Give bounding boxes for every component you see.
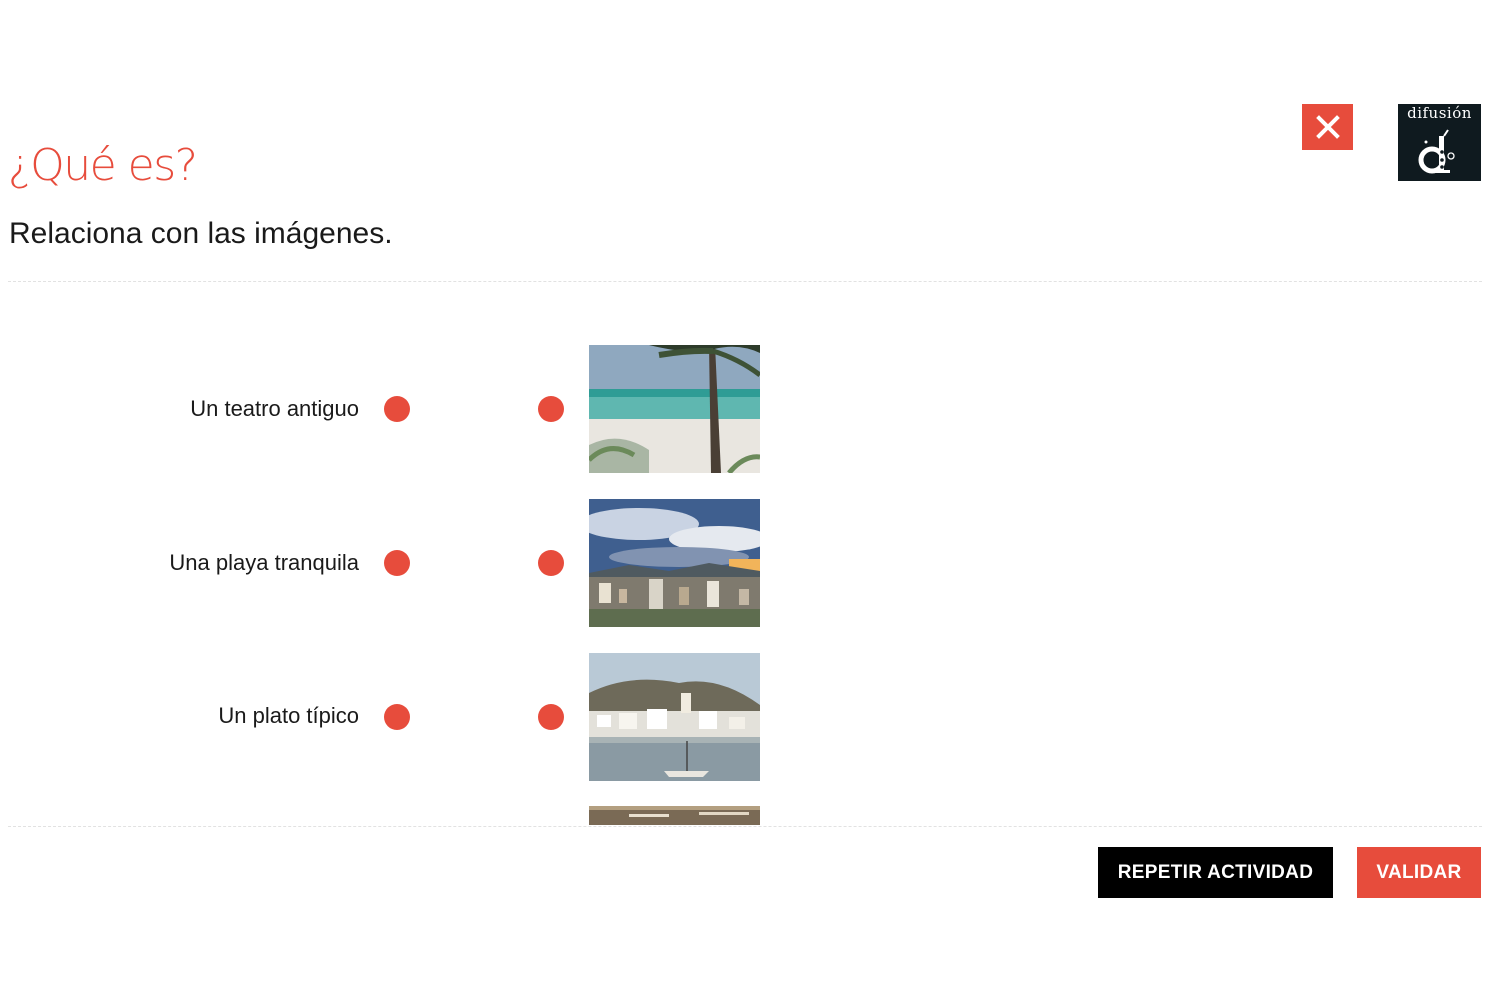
logo-d-icon: [1418, 129, 1455, 174]
coastal-village-image[interactable]: [589, 653, 760, 781]
left-item-label: Un teatro antiguo: [190, 396, 359, 421]
left-connector-dot[interactable]: [384, 704, 410, 730]
logo-text: difusión: [1407, 104, 1472, 122]
bottom-divider: [8, 826, 1482, 827]
repeat-activity-button[interactable]: REPETIR ACTIVIDAD: [1098, 847, 1333, 898]
validate-button[interactable]: VALIDAR: [1357, 847, 1481, 898]
close-button[interactable]: [1302, 104, 1353, 150]
close-icon: [1315, 115, 1340, 139]
partial-image[interactable]: [589, 806, 760, 825]
city-skyline-image[interactable]: [589, 499, 760, 627]
beach-palm-image[interactable]: [589, 345, 760, 473]
right-connector-dot[interactable]: [538, 550, 564, 576]
left-item-label: Una playa tranquila: [169, 550, 359, 575]
right-connector-dot[interactable]: [538, 396, 564, 422]
matching-area[interactable]: Un teatro antiguo Una playa tranquila Un…: [0, 282, 1500, 825]
left-item-label: Un plato típico: [218, 703, 359, 728]
instructions-text: Relaciona con las imágenes.: [9, 217, 393, 250]
left-connector-dot[interactable]: [384, 550, 410, 576]
right-connector-dot[interactable]: [538, 704, 564, 730]
difusion-logo: difusión: [1398, 104, 1481, 181]
page-title: ¿Qué es?: [8, 140, 198, 191]
left-connector-dot[interactable]: [384, 396, 410, 422]
